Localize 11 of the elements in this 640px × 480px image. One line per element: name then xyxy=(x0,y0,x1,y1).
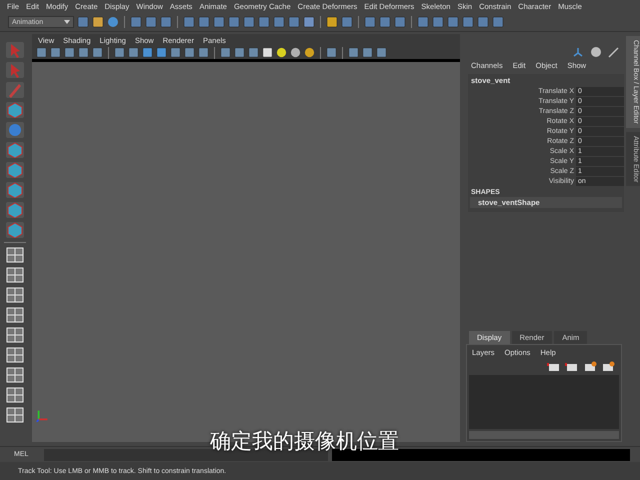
light-icon[interactable] xyxy=(276,47,287,58)
layer-icon[interactable] xyxy=(565,361,579,373)
layer-icon[interactable] xyxy=(601,361,615,373)
axes-icon[interactable] xyxy=(572,46,584,58)
caret-icon xyxy=(64,20,70,24)
layer-icon[interactable] xyxy=(547,361,561,373)
subtitle: 确定我的摄像机位置 xyxy=(210,428,399,455)
layer-icon[interactable] xyxy=(583,361,597,373)
axis-icon xyxy=(36,408,50,422)
horizontal-scrollbar[interactable] xyxy=(469,431,619,439)
circle-icon[interactable] xyxy=(590,46,602,58)
